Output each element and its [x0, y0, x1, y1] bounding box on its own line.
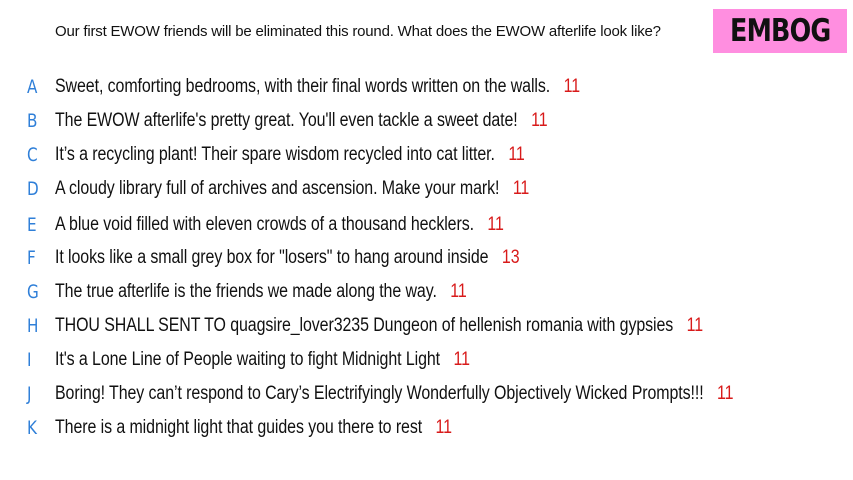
- response-text: THOU SHALL SENT TO quagsire_lover3235 Du…: [55, 315, 703, 337]
- response-count: 13: [501, 247, 520, 268]
- response-body: There is a midnight light that guides yo…: [55, 417, 423, 438]
- response-count: 11: [435, 417, 452, 438]
- response-body: The true afterlife is the friends we mad…: [55, 281, 437, 302]
- response-letter: K: [27, 417, 37, 439]
- response-letter: G: [27, 281, 39, 303]
- response-body: It’s a recycling plant! Their spare wisd…: [55, 144, 495, 165]
- response-text: It’s a recycling plant! Their spare wisd…: [55, 144, 525, 166]
- response-letter: I: [27, 349, 32, 371]
- response-body: It looks like a small grey box for "lose…: [55, 247, 489, 268]
- response-count: 11: [512, 178, 530, 199]
- prompt-text: Our first EWOW friends will be eliminate…: [55, 23, 661, 40]
- response-text: It's a Lone Line of People waiting to fi…: [55, 349, 470, 371]
- response-text: A blue void filled with eleven crowds of…: [55, 214, 504, 236]
- response-text: The EWOW afterlife's pretty great. You'l…: [55, 110, 548, 132]
- response-letter: D: [27, 178, 39, 200]
- response-letter: E: [27, 214, 37, 236]
- embog-logo: EMBOG: [713, 9, 847, 53]
- response-body: A cloudy library full of archives and as…: [55, 178, 500, 199]
- response-letter: C: [27, 144, 38, 166]
- response-count: 11: [717, 383, 734, 404]
- response-body: THOU SHALL SENT TO quagsire_lover3235 Du…: [55, 315, 674, 336]
- response-text: Sweet, comforting bedrooms, with their f…: [55, 76, 580, 98]
- response-text: Boring! They can’t respond to Cary’s Ele…: [55, 383, 734, 405]
- response-count: 11: [453, 349, 470, 370]
- response-body: The EWOW afterlife's pretty great. You'l…: [55, 110, 518, 131]
- response-text: The true afterlife is the friends we mad…: [55, 281, 467, 303]
- response-text: It looks like a small grey box for "lose…: [55, 247, 520, 269]
- response-body: A blue void filled with eleven crowds of…: [55, 214, 474, 235]
- response-text: A cloudy library full of archives and as…: [55, 178, 529, 200]
- response-count: 11: [686, 315, 704, 336]
- response-body: Boring! They can’t respond to Cary’s Ele…: [55, 383, 704, 404]
- response-body: It's a Lone Line of People waiting to fi…: [55, 349, 441, 370]
- logo-text: EMBOG: [729, 13, 831, 49]
- response-count: 11: [563, 76, 580, 97]
- response-letter: J: [27, 383, 32, 405]
- response-count: 11: [487, 214, 504, 235]
- response-count: 11: [450, 281, 467, 302]
- response-body: Sweet, comforting bedrooms, with their f…: [55, 76, 551, 97]
- response-letter: F: [27, 247, 36, 269]
- response-letter: A: [27, 76, 38, 98]
- response-count: 11: [531, 110, 548, 131]
- response-letter: H: [27, 315, 39, 337]
- response-letter: B: [27, 110, 38, 132]
- response-text: There is a midnight light that guides yo…: [55, 417, 452, 439]
- response-count: 11: [508, 144, 525, 165]
